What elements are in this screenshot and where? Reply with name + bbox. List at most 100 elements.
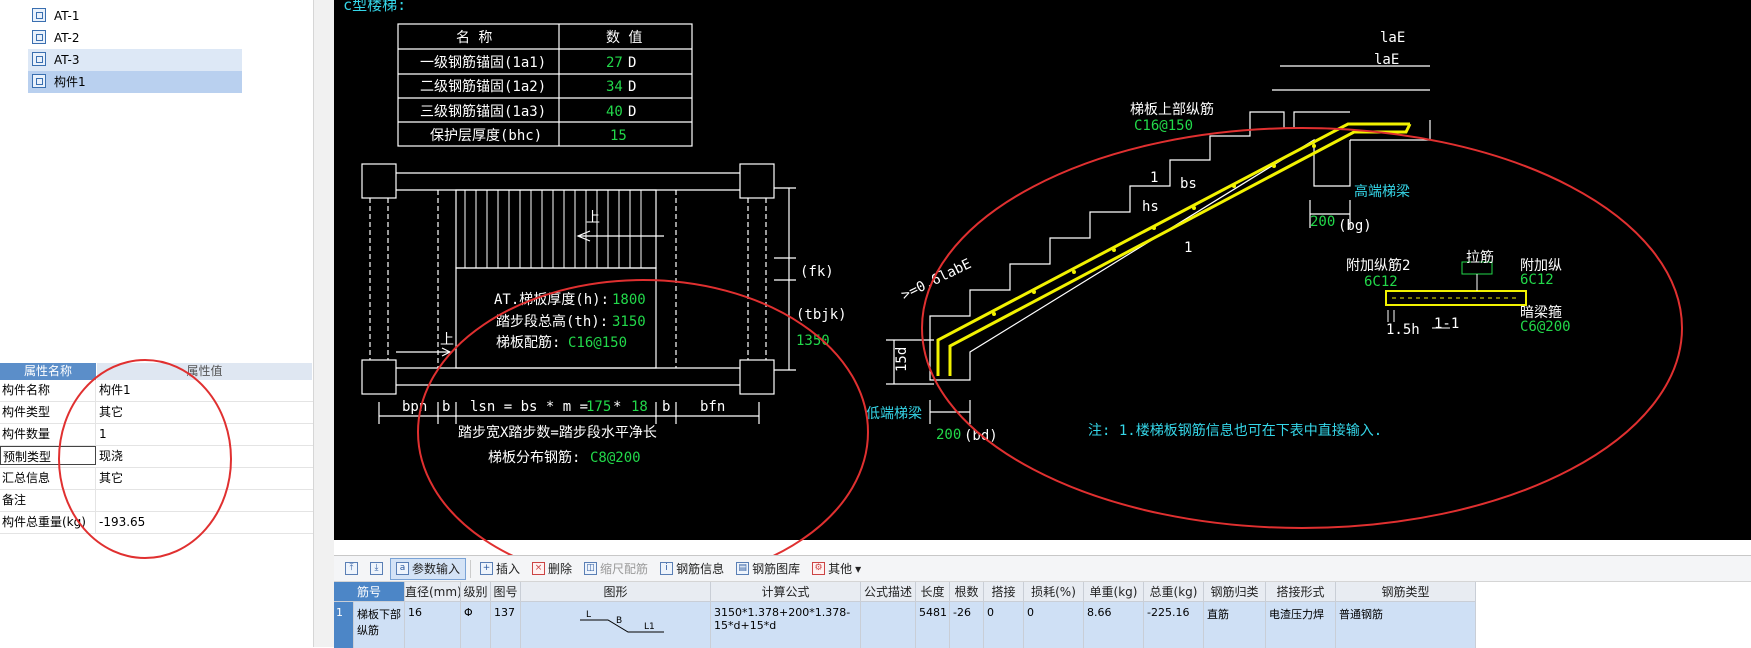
col-header[interactable]: 图形 bbox=[521, 582, 711, 602]
section-high-beam: 高端梯梁 bbox=[1354, 183, 1410, 200]
cell-diameter[interactable]: 16 bbox=[405, 602, 461, 648]
prop-key: 构件总重量(kg) bbox=[0, 512, 96, 533]
cell-unit-weight[interactable]: 8.66 bbox=[1084, 602, 1144, 648]
tree-item-at1[interactable]: AT-1 bbox=[28, 5, 242, 27]
prop-row[interactable]: 构件总重量(kg) -193.65 bbox=[0, 512, 313, 534]
section-laE-1: laE bbox=[1380, 30, 1405, 46]
detail-add-bar-1-value: 6C12 bbox=[1520, 272, 1554, 288]
prop-value[interactable]: 现浇 bbox=[96, 446, 313, 467]
col-header[interactable]: 根数 bbox=[950, 582, 984, 602]
tree-item-at3[interactable]: AT-3 bbox=[28, 49, 242, 71]
anchor-row-value: 15 bbox=[610, 128, 627, 144]
prop-value[interactable]: 其它 bbox=[96, 468, 313, 489]
prop-value[interactable]: 其它 bbox=[96, 402, 313, 423]
anchor-row-name: 一级钢筋锚固(1a1) bbox=[420, 54, 546, 71]
plan-h-value: 1800 bbox=[612, 292, 646, 308]
prop-row[interactable]: 备注 bbox=[0, 490, 313, 512]
other-button[interactable]: ⚙ 其他 ▾ bbox=[807, 559, 866, 579]
prop-value[interactable]: 1 bbox=[96, 424, 313, 445]
scale-rebar-label: 缩尺配筋 bbox=[600, 561, 649, 576]
cell-lap[interactable]: 0 bbox=[984, 602, 1024, 648]
prop-row[interactable]: 预制类型 现浇 bbox=[0, 446, 313, 468]
cell-grade[interactable]: Φ bbox=[461, 602, 491, 648]
prop-row[interactable]: 汇总信息 其它 bbox=[0, 468, 313, 490]
panel-splitter[interactable] bbox=[313, 0, 334, 647]
anchor-row-value: 40 bbox=[606, 104, 623, 120]
col-header[interactable]: 图号 bbox=[491, 582, 521, 602]
param-input-button[interactable]: a 参数输入 bbox=[390, 557, 467, 580]
stair-drawing-canvas[interactable]: AT c型楼梯: 名 称 数 值 一级钢筋锚固(1a1) 二级钢筋锚固(1a2)… bbox=[334, 0, 1751, 540]
prop-value[interactable] bbox=[96, 490, 313, 511]
rebar-info-label: 钢筋信息 bbox=[676, 561, 725, 576]
tree-item-component1[interactable]: 构件1 bbox=[28, 71, 242, 93]
scroll-bottom-button[interactable]: ⤓ bbox=[365, 559, 388, 579]
cell-length[interactable]: 5481 bbox=[916, 602, 950, 648]
section-15d: 15d bbox=[894, 347, 910, 372]
cell-category[interactable]: 直筋 bbox=[1204, 602, 1266, 648]
prop-value[interactable]: 构件1 bbox=[96, 380, 313, 401]
prop-value[interactable]: -193.65 bbox=[96, 512, 313, 533]
section-low-beam: 低端梯梁 bbox=[866, 406, 922, 422]
plan-up-label: 上 bbox=[586, 210, 600, 226]
rebar-library-button[interactable]: ▤ 钢筋图库 bbox=[731, 559, 805, 579]
dim-tbjk: (tbjk) bbox=[796, 307, 847, 323]
prop-key: 构件名称 bbox=[0, 380, 96, 401]
detail-1-1: 拉筋 附加纵筋2 6C12 附加纵 6C12 暗梁箍 C6@200 1.5h 1… bbox=[1346, 249, 1571, 338]
property-grid-header: 属性名称 属性值 bbox=[0, 363, 313, 380]
dim-bfn: bfn bbox=[700, 399, 725, 415]
prop-key: 构件类型 bbox=[0, 402, 96, 423]
col-header[interactable]: 计算公式 bbox=[711, 582, 861, 602]
scale-rebar-button[interactable]: ◫ 缩尺配筋 bbox=[579, 559, 653, 579]
cell-name[interactable]: 梯板下部纵筋 bbox=[354, 602, 405, 648]
drawing-title: AT c型楼梯: bbox=[334, 0, 406, 14]
col-header[interactable]: 级别 bbox=[461, 582, 491, 602]
cell-formula[interactable]: 3150*1.378+200*1.378-15*d+15*d bbox=[711, 602, 861, 648]
section-bg-value: 200 bbox=[1310, 214, 1335, 230]
tree-item-at2[interactable]: AT-2 bbox=[28, 27, 242, 49]
section-laE-2: laE bbox=[1374, 52, 1399, 68]
col-header[interactable]: 长度 bbox=[916, 582, 950, 602]
cell-shape[interactable]: L B L1 bbox=[521, 602, 711, 648]
table-row[interactable]: 1 梯板下部纵筋 16 Φ 137 L B L1 3150*1.378+200*… bbox=[334, 602, 1751, 648]
cell-lap-form[interactable]: 电渣压力焊 bbox=[1266, 602, 1336, 648]
anchor-row-name: 保护层厚度(bhc) bbox=[430, 128, 542, 144]
col-header[interactable]: 钢筋类型 bbox=[1336, 582, 1476, 602]
dim-b: b bbox=[442, 399, 450, 415]
cell-figure-no[interactable]: 137 bbox=[491, 602, 521, 648]
rebar-info-button[interactable]: i 钢筋信息 bbox=[655, 559, 729, 579]
tree-item-label: AT-3 bbox=[54, 53, 80, 67]
prop-row[interactable]: 构件数量 1 bbox=[0, 424, 313, 446]
prop-row[interactable]: 构件名称 构件1 bbox=[0, 380, 313, 402]
cell-total-weight[interactable]: -225.16 bbox=[1144, 602, 1204, 648]
rebar-library-label: 钢筋图库 bbox=[752, 561, 801, 576]
delete-button[interactable]: × 删除 bbox=[527, 559, 577, 579]
col-header[interactable]: 单重(kg) bbox=[1084, 582, 1144, 602]
dim-lsn-m: 18 bbox=[631, 399, 648, 415]
col-header[interactable]: 公式描述 bbox=[861, 582, 916, 602]
col-header[interactable]: 搭接 bbox=[984, 582, 1024, 602]
cell-rebar-type[interactable]: 普通钢筋 bbox=[1336, 602, 1476, 648]
plan-th-label: 踏步段总高(th): bbox=[496, 313, 608, 330]
insert-button[interactable]: + 插入 bbox=[475, 559, 525, 579]
anchor-row-unit: D bbox=[628, 79, 636, 95]
scroll-top-button[interactable]: ⤒ bbox=[340, 559, 363, 579]
cell-loss[interactable]: 0 bbox=[1024, 602, 1084, 648]
section-top-bar-label: 梯板上部纵筋 bbox=[1130, 101, 1214, 118]
component-icon bbox=[32, 52, 46, 66]
cell-count[interactable]: -26 bbox=[950, 602, 984, 648]
col-header[interactable]: 钢筋归类 bbox=[1204, 582, 1266, 602]
section-bd-value: 200 bbox=[936, 427, 961, 443]
col-header[interactable]: 直径(mm) bbox=[405, 582, 461, 602]
toolbar-separator bbox=[470, 559, 472, 578]
col-header[interactable]: 筋号 bbox=[334, 582, 405, 602]
col-header[interactable]: 搭接形式 bbox=[1266, 582, 1336, 602]
dim-bpn: bpn bbox=[402, 399, 427, 415]
col-header[interactable]: 总重(kg) bbox=[1144, 582, 1204, 602]
prop-row[interactable]: 构件类型 其它 bbox=[0, 402, 313, 424]
col-header[interactable]: 损耗(%) bbox=[1024, 582, 1084, 602]
cell-desc[interactable] bbox=[861, 602, 916, 648]
component-icon bbox=[32, 8, 46, 22]
dim-lsn-bs: 175 bbox=[586, 399, 611, 415]
insert-label: 插入 bbox=[496, 561, 521, 576]
tree-item-label: AT-2 bbox=[54, 31, 80, 45]
